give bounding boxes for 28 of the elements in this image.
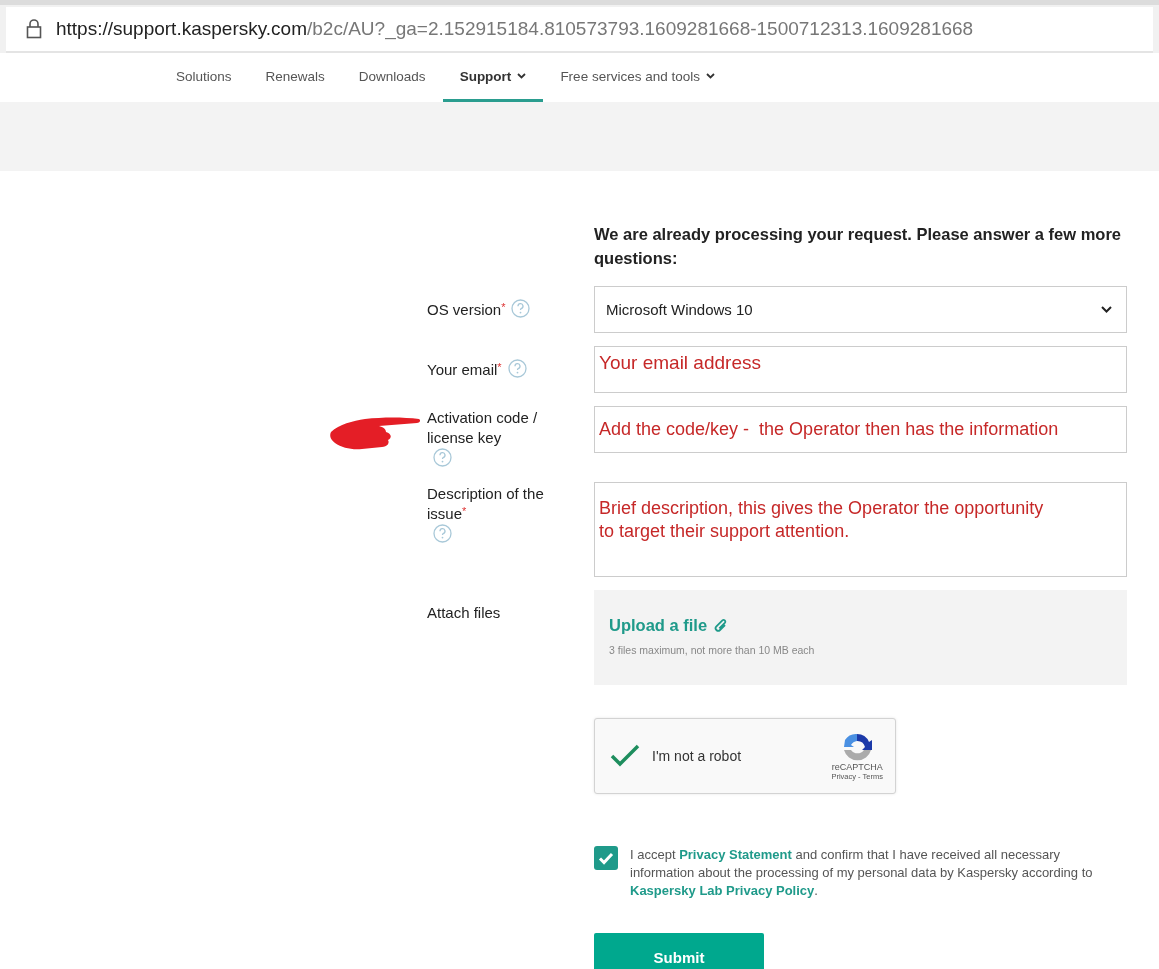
help-icon[interactable] bbox=[507, 359, 527, 378]
upload-hint: 3 files maximum, not more than 10 MB each bbox=[609, 644, 816, 656]
help-icon[interactable] bbox=[433, 448, 452, 467]
os-select[interactable]: Microsoft Windows 10 bbox=[594, 286, 1127, 333]
checkmark-icon[interactable] bbox=[610, 744, 640, 768]
nav-tab[interactable]: Free services and tools bbox=[543, 53, 732, 102]
help-icon[interactable] bbox=[433, 524, 452, 543]
paperclip-icon bbox=[714, 617, 729, 634]
help-icon[interactable] bbox=[511, 299, 531, 318]
field-label: Description of the issue$^{*}$ bbox=[427, 484, 545, 524]
field-label: Activation code / license key bbox=[427, 408, 539, 448]
consent-checkbox[interactable] bbox=[594, 846, 618, 870]
nav-tab[interactable]: Downloads bbox=[341, 53, 443, 102]
nav-tab[interactable]: Renewals bbox=[248, 53, 342, 102]
field-label: OS version$^{*}$ bbox=[427, 300, 506, 320]
nav-tab[interactable]: Solutions bbox=[159, 53, 249, 102]
input-field[interactable]: Add the code/key - the Operator then has the information bbox=[594, 406, 1127, 453]
input-field[interactable]: Your email address bbox=[594, 346, 1127, 393]
recaptcha-brand: reCAPTCHA bbox=[831, 761, 883, 772]
chevron-icon[interactable] bbox=[1101, 306, 1112, 313]
field-label: Attach files bbox=[427, 603, 501, 623]
lock-icon bbox=[26, 19, 42, 39]
field-label: Your email$^{*}$ bbox=[427, 360, 502, 380]
consent-text: I accept Privacy Statement and confirm that I have received all necessary information about the processing of my personal data by Kaspersky according to Kaspersky Lab Privacy Policy. bbox=[630, 846, 1094, 900]
description-field[interactable]: Brief description, this gives the Operator the opportunity to target their support attention. bbox=[594, 482, 1127, 577]
captcha-label: I'm not a robot bbox=[652, 748, 743, 764]
recaptcha-logo-icon bbox=[841, 731, 874, 762]
form-heading: We are already processing your request. Please answer a few more questions: bbox=[594, 224, 1123, 269]
